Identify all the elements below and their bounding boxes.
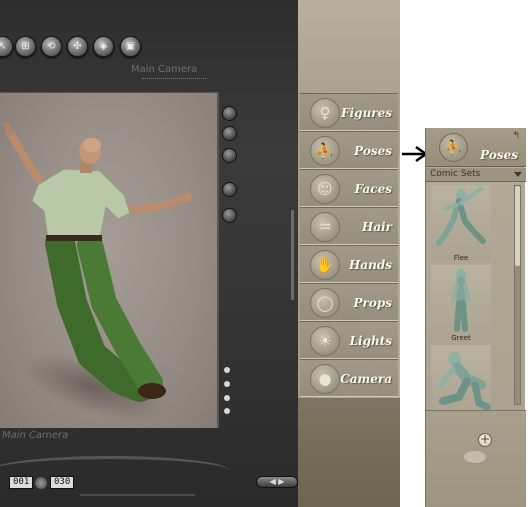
translate-icon[interactable]: ⊞ — [15, 36, 36, 57]
editing-toolbar: ↖ ⊞ ⟲ ✣ ◈ ▣ — [0, 36, 160, 62]
category-figures[interactable]: ♀ Figures — [300, 93, 398, 131]
display-style-dot[interactable] — [224, 395, 230, 401]
camera-scale-icon[interactable] — [222, 208, 237, 223]
timeline-track[interactable] — [80, 494, 195, 496]
add-to-library-button[interactable]: + — [478, 433, 492, 447]
category-label: Figures — [341, 106, 392, 120]
category-label: Poses — [354, 144, 392, 158]
frame-knob[interactable] — [35, 477, 47, 489]
pose-thumbnail-list: Flee Greet — [428, 185, 514, 425]
document-window: ↖ ⊞ ⟲ ✣ ◈ ▣ Main Camera Main Camera 001 … — [0, 0, 298, 507]
library-footer — [298, 398, 400, 507]
category-label: Props — [353, 296, 393, 310]
poses-title: Poses — [480, 148, 518, 162]
camera-move-icon[interactable] — [222, 106, 237, 121]
poses-footer: + — [426, 410, 526, 507]
category-label: Lights — [349, 334, 392, 348]
pose-thumbnail[interactable]: Greet — [431, 265, 491, 342]
poses-palette: ⛹ Poses ↰ Comic Sets Flee Greet + — [425, 128, 526, 507]
category-lights[interactable]: ☀ Lights — [300, 321, 398, 359]
chevron-down-icon — [514, 172, 522, 177]
figure-icon: ♀ — [310, 98, 340, 128]
category-label: Hands — [349, 258, 392, 272]
running-figure-icon: ⛹ — [439, 133, 468, 162]
pose-set-value: Comic Sets — [430, 169, 481, 179]
category-label: Hair — [362, 220, 392, 234]
face-icon: ☺ — [310, 174, 340, 204]
display-style-dot[interactable] — [224, 367, 230, 373]
hand-icon: ✋ — [310, 250, 340, 280]
camera-label-bottom[interactable]: Main Camera — [2, 430, 68, 441]
frame-total-field[interactable]: 030 — [50, 476, 75, 489]
poses-header[interactable]: ⛹ Poses ↰ — [426, 128, 526, 167]
category-props[interactable]: ◯ Props — [300, 283, 398, 321]
category-label: Camera — [340, 372, 392, 386]
category-label: Faces — [354, 182, 392, 196]
back-arrow-icon[interactable]: ↰ — [512, 131, 520, 141]
panel-divider[interactable] — [291, 210, 294, 300]
scene-canvas[interactable] — [0, 92, 219, 435]
frame-current-field[interactable]: 001 — [9, 476, 34, 489]
rotate-icon[interactable]: ⟲ — [41, 36, 62, 57]
human-figure[interactable] — [0, 93, 219, 429]
display-style-dot[interactable] — [224, 408, 230, 414]
pose-label: Flee — [453, 254, 469, 262]
playback-controls[interactable]: ◀ ▶ — [256, 476, 298, 488]
pose-label: Greet — [451, 334, 471, 342]
ring-icon: ◯ — [310, 288, 340, 318]
camera-label-top[interactable]: Main Camera — [131, 64, 197, 75]
camera-rotate-icon[interactable] — [222, 126, 237, 141]
select-icon[interactable]: ↖ — [0, 36, 13, 57]
hair-icon: ♒ — [310, 212, 340, 242]
scrollbar-thumb[interactable] — [515, 186, 520, 266]
pose-set-dropdown[interactable]: Comic Sets — [426, 168, 526, 182]
camera-icon: ● — [310, 364, 340, 394]
category-hands[interactable]: ✋ Hands — [300, 245, 398, 283]
camera-trackball-icon[interactable] — [222, 182, 237, 197]
twist-icon[interactable]: ✣ — [67, 36, 88, 57]
pose-figure-image — [451, 269, 471, 332]
running-figure-icon: ⛹ — [310, 136, 340, 166]
display-style-dot[interactable] — [224, 381, 230, 387]
category-list: ♀ Figures ⛹ Poses ☺ Faces ♒ Hair ✋ Hands… — [300, 93, 400, 397]
pose-thumbnail[interactable]: Flee — [431, 185, 491, 262]
category-camera[interactable]: ● Camera — [300, 359, 398, 397]
library-panel: ♀ Figures ⛹ Poses ☺ Faces ♒ Hair ✋ Hands… — [298, 0, 400, 507]
pose-figure-image — [438, 352, 491, 411]
taper-icon[interactable]: ◈ — [93, 36, 114, 57]
category-poses[interactable]: ⛹ Poses — [300, 131, 398, 169]
camera-zoom-icon[interactable] — [222, 148, 237, 163]
category-faces[interactable]: ☺ Faces — [300, 169, 398, 207]
remove-from-library-button[interactable] — [464, 451, 486, 463]
library-header — [298, 0, 400, 92]
poses-scrollbar[interactable] — [514, 185, 521, 405]
category-hair[interactable]: ♒ Hair — [300, 207, 398, 245]
camera-ruler — [142, 78, 206, 90]
pose-figure-image — [436, 187, 486, 246]
scale-icon[interactable]: ▣ — [120, 36, 141, 57]
bulb-icon: ☀ — [310, 326, 340, 356]
